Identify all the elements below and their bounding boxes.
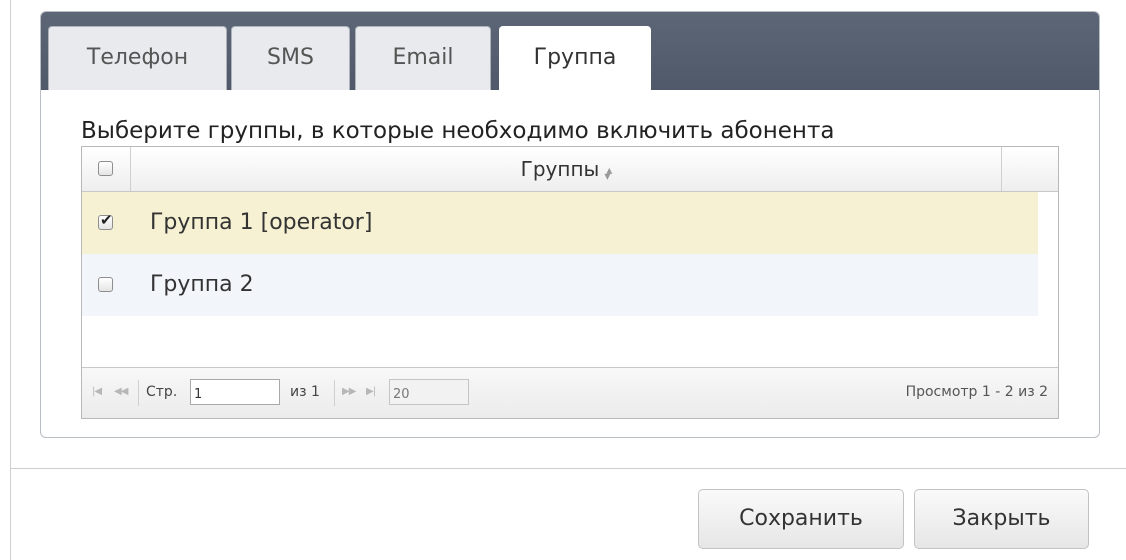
- tab-email[interactable]: Email: [355, 26, 491, 90]
- next-page-icon[interactable]: ▶▶: [342, 386, 356, 397]
- save-button[interactable]: Сохранить: [698, 489, 904, 549]
- row-checkbox[interactable]: ✔: [98, 277, 113, 292]
- select-all-checkbox[interactable]: ✔: [98, 161, 113, 176]
- last-page-icon[interactable]: ▶|: [366, 386, 376, 397]
- first-page-icon[interactable]: |◀: [92, 386, 102, 397]
- tab-bar: Телефон SMS Email Группа: [41, 12, 1099, 91]
- page-number-input[interactable]: [190, 379, 280, 405]
- page-count-text: из 1: [290, 384, 320, 400]
- tab-sms[interactable]: SMS: [231, 26, 350, 90]
- prev-page-icon[interactable]: ◀◀: [114, 386, 128, 397]
- tab-phone[interactable]: Телефон: [48, 26, 227, 90]
- groups-column-title: Группы: [520, 157, 600, 181]
- sort-icon[interactable]: ▴▾: [604, 148, 612, 192]
- view-records-text: Просмотр 1 - 2 из 2: [905, 384, 1048, 400]
- close-button[interactable]: Закрыть: [914, 489, 1089, 549]
- left-border-line: [10, 0, 11, 560]
- header-extra-cell: [1001, 147, 1058, 191]
- row-label: Группа 1 [operator]: [150, 210, 373, 235]
- header-checkbox-cell: ✔: [82, 147, 131, 191]
- row-checkbox[interactable]: ✔: [98, 211, 113, 230]
- instructions-text: Выберите группы, в которые необходимо вк…: [81, 118, 835, 144]
- page-label: Стр.: [146, 384, 178, 400]
- groups-column-header[interactable]: Группы ▴▾: [130, 147, 1002, 191]
- footer-divider: [10, 468, 1126, 469]
- page-size-input[interactable]: [389, 379, 469, 405]
- groups-grid: ✔ Группы▴▾ ✔ Группа 1 [operator] ✔ Групп…: [81, 146, 1059, 419]
- table-row[interactable]: ✔ Группа 1 [operator]: [82, 192, 1038, 254]
- row-label: Группа 2: [150, 272, 254, 297]
- tab-group[interactable]: Группа: [499, 26, 651, 91]
- pager-separator: [334, 380, 335, 406]
- grid-pager: |◀ ◀◀ Стр. из 1 ▶▶ ▶| Просмотр 1 - 2 из …: [82, 367, 1058, 418]
- table-row[interactable]: ✔ Группа 2: [82, 254, 1038, 316]
- pager-separator: [138, 380, 139, 406]
- grid-header: ✔ Группы▴▾: [82, 147, 1058, 192]
- tabs-panel: Телефон SMS Email Группа Выберите группы…: [40, 11, 1100, 438]
